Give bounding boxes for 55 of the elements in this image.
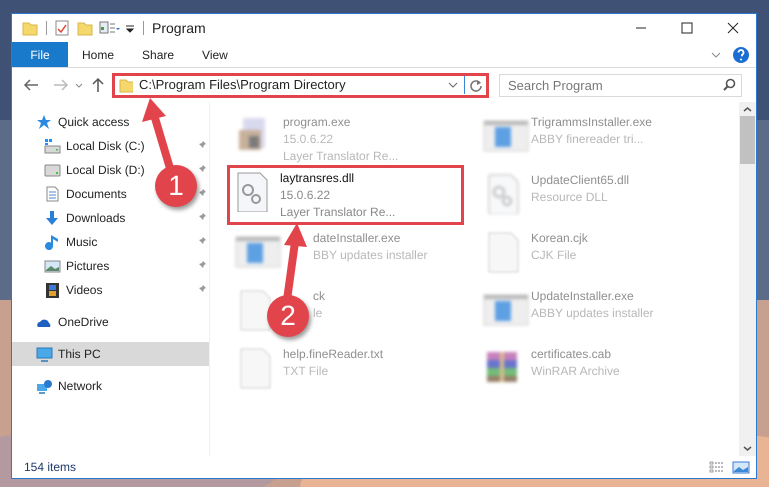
file-detail: 15.0.6.22 xyxy=(283,131,334,148)
film-icon xyxy=(44,282,61,298)
refresh-icon[interactable] xyxy=(468,77,484,93)
file-detail: TXT File xyxy=(283,363,328,380)
window-title: Program xyxy=(152,18,206,38)
ribbon-tab[interactable]: View xyxy=(188,42,242,67)
music-note-icon xyxy=(44,234,61,250)
star-icon xyxy=(36,114,53,130)
address-path: C:\Program Files\Program Directory xyxy=(139,76,346,94)
nav-item[interactable]: Local Disk (D:) xyxy=(66,161,145,179)
up-arrow-icon[interactable] xyxy=(90,77,106,93)
document-icon xyxy=(44,186,61,202)
file-detail: Resource DLL xyxy=(531,189,608,206)
nav-item[interactable]: Pictures xyxy=(66,257,110,275)
file-detail: ABBY finereader tri... xyxy=(531,131,644,148)
large-icons-view-icon[interactable] xyxy=(732,460,750,474)
file-detail: CJK File xyxy=(531,247,576,264)
file-detail: ABBY updates installer xyxy=(531,305,654,322)
nav-item[interactable]: Music xyxy=(66,233,98,251)
new-folder-icon[interactable] xyxy=(77,20,93,36)
nav-item[interactable]: Quick access xyxy=(58,113,130,131)
file-detail: 15.0.6.22 xyxy=(280,187,330,204)
details-view-icon[interactable] xyxy=(708,460,726,474)
nav-item[interactable]: Local Disk (C:) xyxy=(66,137,145,155)
network-icon xyxy=(36,378,53,394)
ribbon-tab[interactable]: Share xyxy=(128,42,188,67)
nav-item[interactable]: This PC xyxy=(12,342,209,366)
file-detail: Layer Translator Re... xyxy=(283,148,398,165)
nav-item[interactable]: Downloads xyxy=(66,209,126,227)
highlighted-file[interactable]: laytransres.dll 15.0.6.22 Layer Translator Re... xyxy=(227,165,464,225)
nav-item[interactable]: Videos xyxy=(66,281,102,299)
drive-icon xyxy=(44,162,61,178)
file-detail: WinRAR Archive xyxy=(531,363,620,380)
search-icon[interactable] xyxy=(722,78,736,92)
forward-arrow-icon[interactable] xyxy=(52,77,70,93)
file-icon[interactable] xyxy=(239,290,271,332)
file-detail: le xyxy=(313,305,322,322)
back-arrow-icon[interactable] xyxy=(22,77,40,93)
file-detail: Layer Translator Re... xyxy=(280,204,396,221)
address-bar[interactable]: C:\Program Files\Program Directory xyxy=(112,72,489,98)
item-count: 154 items xyxy=(24,459,76,476)
properties-icon[interactable] xyxy=(55,20,69,36)
search-field[interactable]: Search Program xyxy=(499,74,742,96)
picture-icon xyxy=(44,258,61,274)
view-options-icon[interactable] xyxy=(99,20,121,36)
computer-icon xyxy=(36,346,53,362)
scrollbar-thumb[interactable] xyxy=(740,116,755,164)
nav-item[interactable]: Network xyxy=(58,377,102,395)
down-arrow-icon xyxy=(44,210,61,226)
file-tab[interactable]: File xyxy=(12,42,68,67)
nav-item[interactable]: Documents xyxy=(66,185,127,203)
file-name[interactable]: laytransres.dll xyxy=(280,170,354,187)
ribbon-tab[interactable]: Home xyxy=(68,42,128,67)
file-detail: BBY updates installer xyxy=(313,247,428,264)
nav-item[interactable]: OneDrive xyxy=(58,313,109,331)
